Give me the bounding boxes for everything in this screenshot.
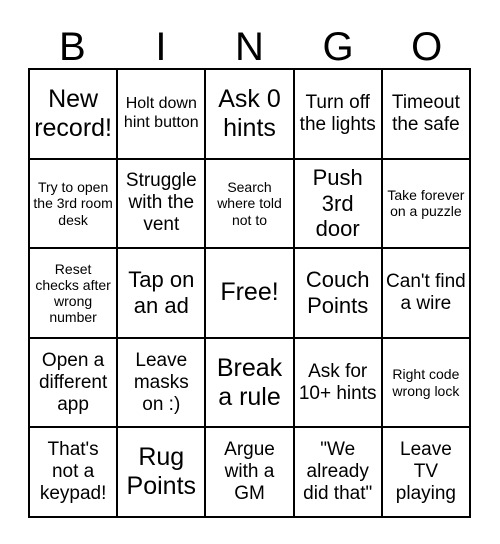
bingo-cell-label: Take forever on a puzzle [387,187,465,220]
bingo-cell[interactable]: Push 3rd door [294,159,383,250]
bingo-header-letter-i: I [155,25,167,69]
bingo-cell[interactable]: Tap on an ad [118,249,207,339]
bingo-cell-label: Ask 0 hints [218,84,281,142]
bingo-cell[interactable]: Timeout the safe [382,70,471,160]
bingo-cell[interactable]: Try to open the 3rd room desk [30,159,119,250]
bingo-cell-label: Right code wrong lock [392,366,460,399]
bingo-cell[interactable]: New record! [30,70,119,160]
bingo-cell[interactable]: That's not a keypad! [30,428,119,518]
bingo-cell-label: Holt down hint button [123,95,199,131]
bingo-cell-free[interactable]: Free! [206,249,295,339]
bingo-cell-label: Tap on an ad [128,267,195,318]
bingo-cell-label: Turn off the lights [299,91,376,135]
bingo-cell-label: Timeout the safe [391,91,460,135]
bingo-cell-label: Couch Points [305,267,370,318]
bingo-cell-label: New record! [34,84,112,142]
bingo-cell-label: Struggle with the vent [125,170,197,236]
bingo-cell[interactable]: Couch Points [294,249,383,339]
bingo-cell-label: Argue with a GM [224,439,275,505]
bingo-cell-label: Push 3rd door [312,165,363,242]
bingo-cell[interactable]: Argue with a GM [206,428,295,518]
bingo-cell-label: Rug Points [126,443,197,501]
bingo-card: B I N G O New record! Holt down hint but… [0,0,500,544]
bingo-cell-label: Ask for 10+ hints [298,360,377,404]
bingo-cell-label: Leave masks on :) [133,349,189,415]
bingo-cell-label: Try to open the 3rd room desk [33,179,113,228]
bingo-cell[interactable]: Ask 0 hints [206,70,295,160]
bingo-cell[interactable]: Can't find a wire [382,249,471,339]
bingo-cell-label: Can't find a wire [386,270,466,314]
bingo-cell[interactable]: Take forever on a puzzle [382,159,471,250]
bingo-cell[interactable]: Break a rule [206,338,295,429]
bingo-header: B I N G O [28,16,471,68]
bingo-cell-label: Open a different app [38,349,108,415]
bingo-cell[interactable]: Leave TV playing [382,428,471,518]
bingo-cell[interactable]: "We already did that" [294,428,383,518]
bingo-cell-label: Leave TV playing [395,439,456,505]
bingo-cell[interactable]: Holt down hint button [118,70,207,160]
bingo-cell[interactable]: Right code wrong lock [382,338,471,429]
bingo-cell[interactable]: Open a different app [30,338,119,429]
bingo-cell[interactable]: Leave masks on :) [118,338,207,429]
bingo-header-letter-b: B [58,25,86,69]
bingo-header-letter-n: N [235,25,264,69]
bingo-cell-label: Reset checks after wrong number [35,260,111,326]
bingo-cell-label: Free! [220,278,279,307]
bingo-grid: New record! Holt down hint button Ask 0 … [28,68,471,518]
bingo-header-letter-o: O [411,25,443,69]
bingo-cell[interactable]: Turn off the lights [294,70,383,160]
bingo-cell-label: That's not a keypad! [39,439,107,505]
bingo-cell[interactable]: Struggle with the vent [118,159,207,250]
bingo-header-letter-g: G [322,25,354,69]
bingo-cell-label: Search where told not to [217,179,282,228]
bingo-cell[interactable]: Ask for 10+ hints [294,338,383,429]
bingo-cell[interactable]: Search where told not to [206,159,295,250]
bingo-cell-label: Break a rule [216,353,283,411]
bingo-cell[interactable]: Rug Points [118,428,207,518]
bingo-cell[interactable]: Reset checks after wrong number [30,249,119,339]
bingo-cell-label: "We already did that" [303,439,373,505]
